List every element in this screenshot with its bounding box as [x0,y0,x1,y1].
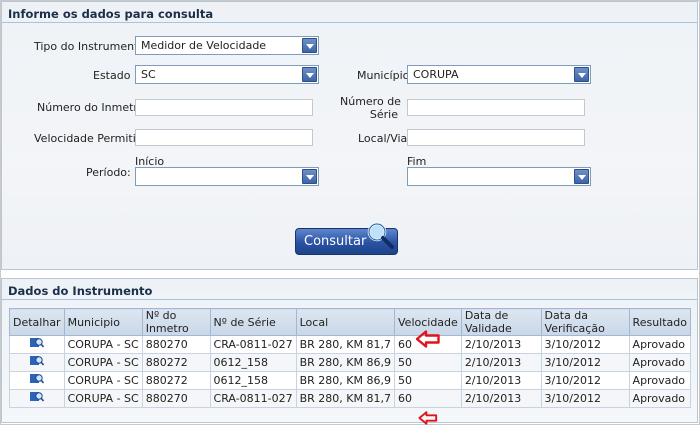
cell-validade: 2/10/2013 [460,371,542,390]
magnifier-detail-icon[interactable] [29,337,44,349]
cell-local: BR 280, KM 81,7 [295,335,396,354]
cell-validade: 2/10/2013 [460,335,542,354]
inmetro-input[interactable] [135,99,313,116]
estado-value: SC [141,68,156,81]
form-title-divider [2,22,697,23]
col-inmetro[interactable]: Nº do Inmetro [141,308,211,336]
cell-inmetro: 880270 [141,335,211,354]
tipo-instrumento-value: Medidor de Velocidade [141,39,267,52]
chevron-down-icon[interactable] [574,67,589,82]
cell-serie: CRA-0811-027 [209,335,297,354]
inmetro-label: Número do Inmetro [37,101,145,114]
cell-validade: 2/10/2013 [460,353,542,372]
consultar-button[interactable]: Consultar [295,222,398,255]
cell-velocidade: 50 [394,353,462,372]
cell-resultado: Aprovado [628,371,692,390]
col-verificacao[interactable]: Data da Verificação [540,308,630,336]
detail-cell[interactable] [9,389,65,408]
detail-cell[interactable] [9,353,65,372]
serie-label-line2: Série [369,108,398,121]
consultar-label: Consultar [304,234,367,249]
serie-input[interactable] [407,99,585,116]
detail-cell[interactable] [9,371,65,390]
magnifier-detail-icon[interactable] [29,355,44,367]
table-row: CORUPA - SC 880272 0612_158 BR 280, KM 8… [9,371,692,390]
cell-verificacao: 3/10/2012 [540,371,630,390]
cell-verificacao: 3/10/2012 [540,353,630,372]
cell-inmetro: 880270 [141,389,211,408]
table-row: CORUPA - SC 880270 CRA-0811-027 BR 280, … [9,389,692,408]
serie-label: Número de Série [340,95,401,121]
municipio-select[interactable]: CORUPA [407,65,591,84]
estado-select[interactable]: SC [135,65,319,84]
cell-resultado: Aprovado [628,389,692,408]
tipo-label: Tipo do Instrumento [34,40,146,53]
cell-velocidade: 60 [394,389,462,408]
results-table: Detalhar Municipio Nº do Inmetro Nº de S… [9,308,692,408]
local-input[interactable] [407,129,585,146]
chevron-down-icon[interactable] [302,169,317,184]
cell-serie: CRA-0811-027 [209,389,297,408]
cell-serie: 0612_158 [209,371,297,390]
detail-cell[interactable] [9,335,65,354]
cell-resultado: Aprovado [628,353,692,372]
inicio-date-select[interactable] [135,167,319,186]
cell-municipio: CORUPA - SC [63,353,143,372]
cell-verificacao: 3/10/2012 [540,389,630,408]
cell-inmetro: 880272 [141,353,211,372]
estado-label: Estado [93,69,131,82]
cell-verificacao: 3/10/2012 [540,335,630,354]
local-label: Local/Via [358,132,408,145]
municipio-value: CORUPA [413,68,459,81]
col-serie[interactable]: Nº de Série [209,308,297,336]
serie-label-line1: Número de [340,95,401,108]
cell-municipio: CORUPA - SC [63,335,143,354]
red-arrow-annotation-icon [418,411,438,425]
cell-validade: 2/10/2013 [460,389,542,408]
col-resultado[interactable]: Resultado [628,308,692,336]
col-validade[interactable]: Data de Validade [460,308,542,336]
cell-inmetro: 880272 [141,371,211,390]
results-title: Dados do Instrumento [8,284,153,298]
cell-resultado: Aprovado [628,335,692,354]
municipio-label: Município [357,69,410,82]
cell-municipio: CORUPA - SC [63,371,143,390]
table-header-row: Detalhar Municipio Nº do Inmetro Nº de S… [9,308,692,336]
velocidade-input[interactable] [135,129,313,146]
magnifier-detail-icon[interactable] [29,373,44,385]
chevron-down-icon[interactable] [302,38,317,53]
tipo-instrumento-select[interactable]: Medidor de Velocidade [135,36,319,55]
chevron-down-icon[interactable] [574,169,589,184]
cell-serie: 0612_158 [209,353,297,372]
cell-municipio: CORUPA - SC [63,389,143,408]
table-row: CORUPA - SC 880270 CRA-0811-027 BR 280, … [9,335,692,354]
cell-local: BR 280, KM 86,9 [295,353,396,372]
chevron-down-icon[interactable] [302,67,317,82]
periodo-label: Período: [86,166,131,179]
magnifier-detail-icon[interactable] [29,391,44,403]
form-title: Informe os dados para consulta [8,7,214,21]
cell-velocidade: 50 [394,371,462,390]
cell-local: BR 280, KM 81,7 [295,389,396,408]
velocidade-label: Velocidade Permitida [34,132,150,145]
cell-local: BR 280, KM 86,9 [295,371,396,390]
red-arrow-annotation-icon [416,330,440,348]
col-local[interactable]: Local [295,308,396,336]
col-municipio[interactable]: Municipio [63,308,143,336]
fim-date-select[interactable] [407,167,591,186]
magnifier-icon [367,222,394,249]
results-title-divider [2,299,697,300]
col-detalhar[interactable]: Detalhar [9,308,65,336]
table-row: CORUPA - SC 880272 0612_158 BR 280, KM 8… [9,353,692,372]
